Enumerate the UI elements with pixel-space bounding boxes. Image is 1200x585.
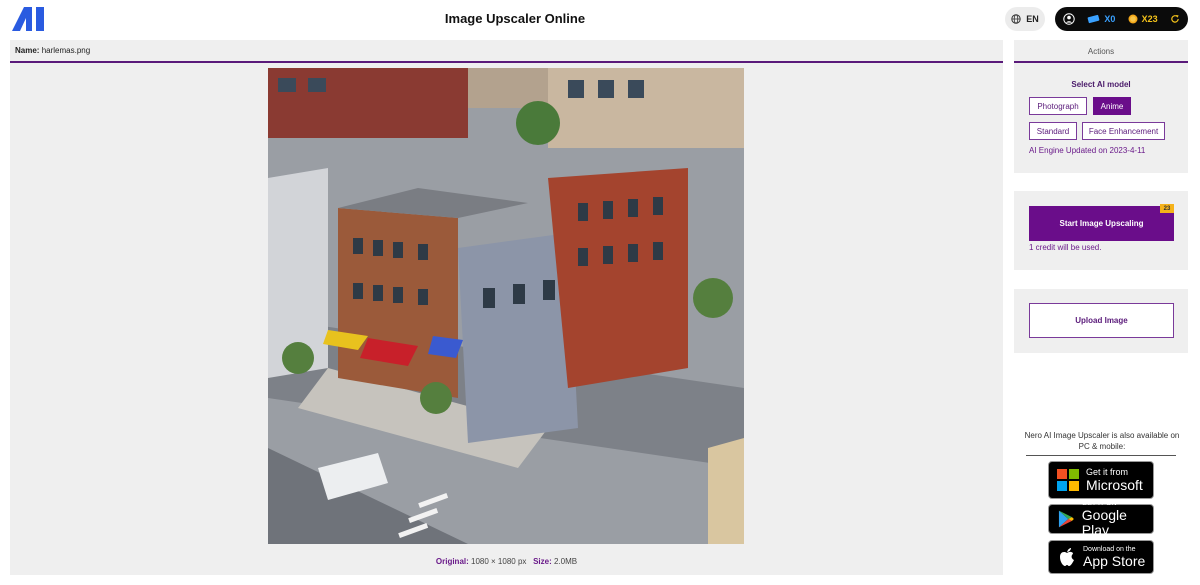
model-photograph-button[interactable]: Photograph [1029,97,1087,115]
apple-logo-icon [1060,548,1074,566]
model-standard-button[interactable]: Standard [1029,122,1077,140]
ticket-icon [1087,14,1100,24]
image-meta: Original: 1080 × 1080 px Size: 2.0MB [10,557,1003,566]
divider [1026,455,1176,456]
x-count: X0 [1104,14,1116,24]
preview-image [268,68,744,544]
refresh-icon[interactable] [1170,14,1180,24]
original-value: 1080 × 1080 px [471,557,527,566]
app-store-badge[interactable]: Download on the App Store [1048,540,1154,574]
account-bar: X0 X23 [1055,7,1188,31]
coin-count: X23 [1141,14,1158,24]
microsoft-store-badge[interactable]: Get it from Microsoft [1048,461,1154,499]
google-play-badge[interactable]: GET IT ON Google Play [1048,500,1154,538]
language-selector[interactable]: EN [1005,7,1045,31]
original-label: Original: [435,557,469,566]
size-label: Size: [533,557,552,566]
upload-image-button[interactable]: Upload Image [1029,303,1174,338]
size-value: 2.0MB [553,557,578,566]
google-play-icon [1058,510,1074,528]
microsoft-logo-icon [1057,469,1079,491]
language-code: EN [1026,14,1039,24]
store-big-text: App Store [1083,552,1146,569]
globe-icon [1011,14,1021,24]
model-anime-button[interactable]: Anime [1093,97,1131,115]
select-model-label: Select AI model [1071,80,1131,89]
credit-badge: 23 [1160,204,1174,213]
name-label: Name: [15,46,40,55]
engine-updated-note: AI Engine Updated on 2023-4-11 [1029,146,1146,155]
coin-credits: X23 [1128,14,1158,24]
file-name: harlemas.png [41,46,91,55]
user-icon[interactable] [1063,13,1075,25]
model-face-enhancement-button[interactable]: Face Enhancement [1082,122,1165,140]
store-big-text: Microsoft [1086,477,1143,493]
credit-note: 1 credit will be used. [1029,243,1102,252]
store-big-text: Google Play [1081,507,1127,538]
x-credits: X0 [1087,14,1115,24]
file-name-bar: Name: harlemas.png [10,40,1003,63]
page-title: Image Upscaler Online [444,11,586,26]
actions-heading: Actions [1014,40,1188,63]
start-upscaling-button[interactable]: Start Image Upscaling [1029,206,1174,241]
coin-icon [1128,14,1138,24]
availability-text: Nero AI Image Upscaler is also available… [1024,431,1180,451]
